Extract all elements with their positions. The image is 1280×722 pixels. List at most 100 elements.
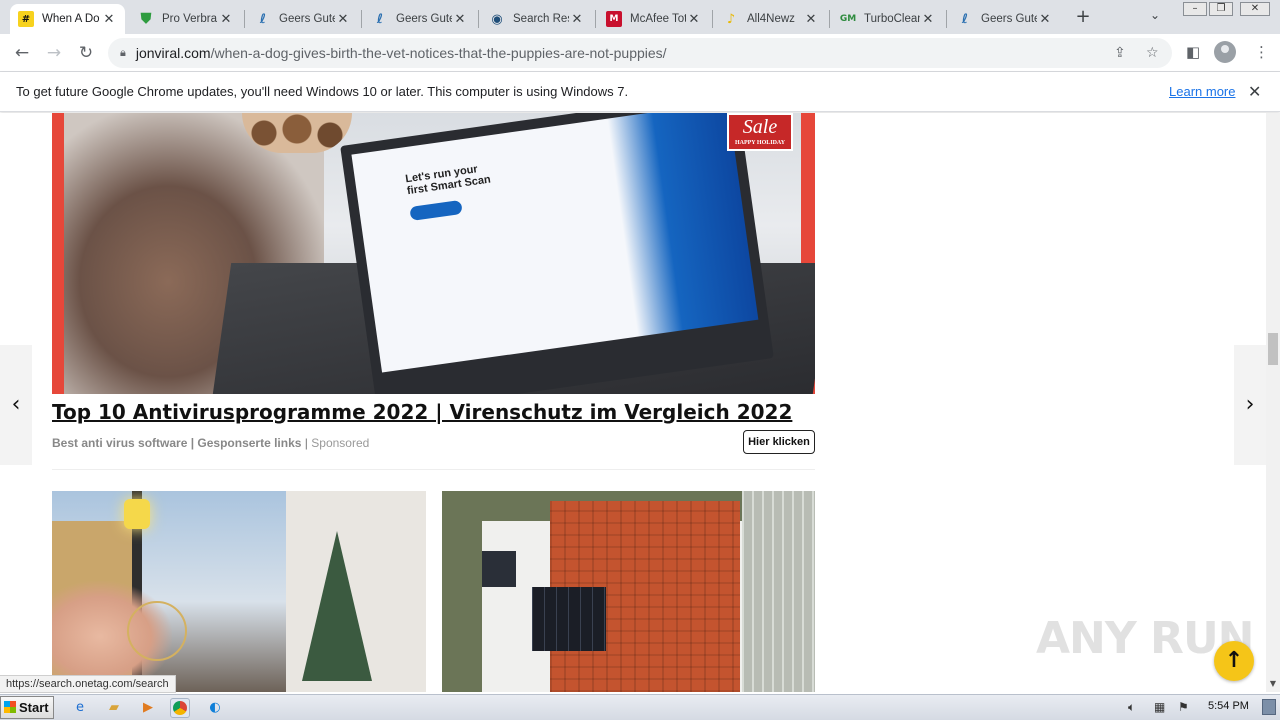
ad-title-link[interactable]: Top 10 Antivirusprogramme 2022 | Virensc… [52,400,792,424]
tab-title: Geers Gute [396,13,452,25]
tab-title: TurboClean [864,13,920,25]
ad-meta: Best anti virus software | Gesponserte l… [52,436,369,450]
bell-icon: ♪ [726,11,736,27]
clock[interactable]: 5:54 PM [1208,700,1249,712]
tab[interactable]: GM TurboClean ✕ [832,4,944,34]
tab-close-icon[interactable]: ✕ [218,12,234,27]
sale-badge: Sale HAPPY HOLIDAY [727,113,793,151]
tab-strip: # When A Do ✕ ⛊ Pro Verbra ✕ ℓ Geers Gut… [0,0,1280,34]
update-infobar: To get future Google Chrome updates, you… [0,72,1280,112]
learn-more-link[interactable]: Learn more [1169,84,1235,99]
tab-search-chevron-icon[interactable]: ⌄ [1150,8,1160,22]
gm-icon: GM [839,14,857,24]
chevron-right-icon[interactable]: › [1234,345,1266,465]
browser-toolbar: ← → ↻ 🔒︎ jonviral.com/when-a-dog-gives-b… [0,34,1280,72]
gadget-ring [127,601,187,661]
infobar-message: To get future Google Chrome updates, you… [16,84,629,99]
star-bookmark-icon[interactable]: ☆ [1146,45,1159,61]
close-icon[interactable]: ✕ [1248,82,1261,102]
tab-close-icon[interactable]: ✕ [101,12,117,27]
sale-badge-subtext: HAPPY HOLIDAY [734,140,786,146]
tab[interactable]: ♪ All4Newz ✕ [715,4,827,34]
lock-icon[interactable]: 🔒︎ [120,46,126,60]
ear-icon: ℓ [376,11,384,27]
tab-close-icon[interactable]: ✕ [335,12,351,27]
tab-close-icon[interactable]: ✕ [1037,12,1053,27]
edge-icon[interactable]: ◐ [205,698,225,718]
lamp-glow [124,499,150,529]
solar-panel-small [482,551,516,587]
tab-active[interactable]: # When A Do ✕ [10,4,125,34]
chrome-icon[interactable] [170,698,190,718]
page-content: Let's run your first Smart Scan Sale HAP… [0,113,1266,692]
flag-icon[interactable]: ⚑ [1178,700,1189,714]
sale-badge-text: Sale [742,116,778,138]
tab[interactable]: M McAfee Tot ✕ [598,4,710,34]
ear-icon: ℓ [259,11,267,27]
tab-close-icon[interactable]: ✕ [452,12,468,27]
tab[interactable]: ℓ Geers Gute ✕ [949,4,1061,34]
tab[interactable]: ℓ Geers Gute ✕ [247,4,359,34]
tab[interactable]: ⛊ Pro Verbra ✕ [130,4,242,34]
vertical-scrollbar[interactable] [1266,113,1280,692]
volume-icon[interactable]: 🔈︎ [1128,700,1135,715]
menu-kebab-icon[interactable]: ⋮ [1254,43,1269,61]
tab-separator [946,10,947,28]
new-tab-button[interactable]: + [1072,6,1094,28]
back-arrow-icon[interactable]: ← [10,42,34,64]
hier-klicken-button[interactable]: Hier klicken [743,430,815,454]
tab-close-icon[interactable]: ✕ [686,12,702,27]
show-desktop-button[interactable] [1262,699,1276,715]
tab-close-icon[interactable]: ✕ [920,12,936,27]
ad-source[interactable]: Best anti virus software | Gesponserte l… [52,436,301,450]
ad-thumbnail-street[interactable] [52,491,426,692]
tab[interactable]: ℓ Geers Gute ✕ [364,4,476,34]
profile-avatar[interactable] [1214,41,1236,63]
ad-hero-image[interactable]: Let's run your first Smart Scan Sale HAP… [52,113,815,394]
tab-title: When A Do [42,13,100,25]
sponsored-label: Sponsored [311,436,370,450]
tab-title: All4Newz [747,13,795,25]
tab-separator [478,10,479,28]
tab-separator [712,10,713,28]
tab-separator [829,10,830,28]
media-player-icon[interactable]: ▶ [138,698,158,718]
network-icon[interactable]: ▦ [1154,700,1165,714]
share-icon[interactable]: ⇪ [1114,45,1126,61]
christmas-tree [302,531,372,681]
tab[interactable]: ◉ Search Res ✕ [481,4,593,34]
tab-title: Pro Verbra [162,13,217,25]
ie-icon[interactable]: e [70,698,90,718]
start-button[interactable]: Start [0,696,54,719]
url-path: /when-a-dog-gives-birth-the-vet-notices-… [210,45,667,61]
reload-icon[interactable]: ↻ [74,42,98,64]
address-bar[interactable]: 🔒︎ jonviral.com/when-a-dog-gives-birth-t… [108,38,1172,68]
tab-separator [361,10,362,28]
explorer-folder-icon[interactable]: ▰ [104,698,124,718]
search-globe-icon: ◉ [491,11,503,27]
hash-icon: # [18,11,34,27]
greenhouse [742,491,815,692]
back-to-top-button[interactable]: ↑ [1214,641,1254,681]
chrome-logo [173,701,187,715]
close-window-button[interactable]: ✕ [1240,2,1270,16]
tab-close-icon[interactable]: ✕ [569,12,585,27]
ear-icon: ℓ [961,11,969,27]
laptop-display [351,113,759,373]
restore-button[interactable]: ❐ [1209,2,1233,16]
tab-separator [595,10,596,28]
solar-panel [532,587,606,651]
mcafee-icon: M [606,11,622,27]
tab-title: Search Res [513,13,569,25]
meta-divider: | [304,436,308,450]
minimize-button[interactable]: – [1183,2,1207,16]
scrollbar-thumb[interactable] [1268,333,1278,365]
ad-thumbnail-roof[interactable] [442,491,815,692]
url-host: jonviral.com [135,45,211,61]
shield-check-icon: ⛊ [140,11,152,27]
scroll-down-arrow-icon[interactable]: ▼ [1266,676,1280,692]
side-panel-icon[interactable]: ◧ [1186,43,1200,61]
chevron-left-icon[interactable]: ‹ [0,345,32,465]
tab-close-icon[interactable]: ✕ [803,12,819,27]
forward-arrow-icon[interactable]: → [42,42,66,64]
